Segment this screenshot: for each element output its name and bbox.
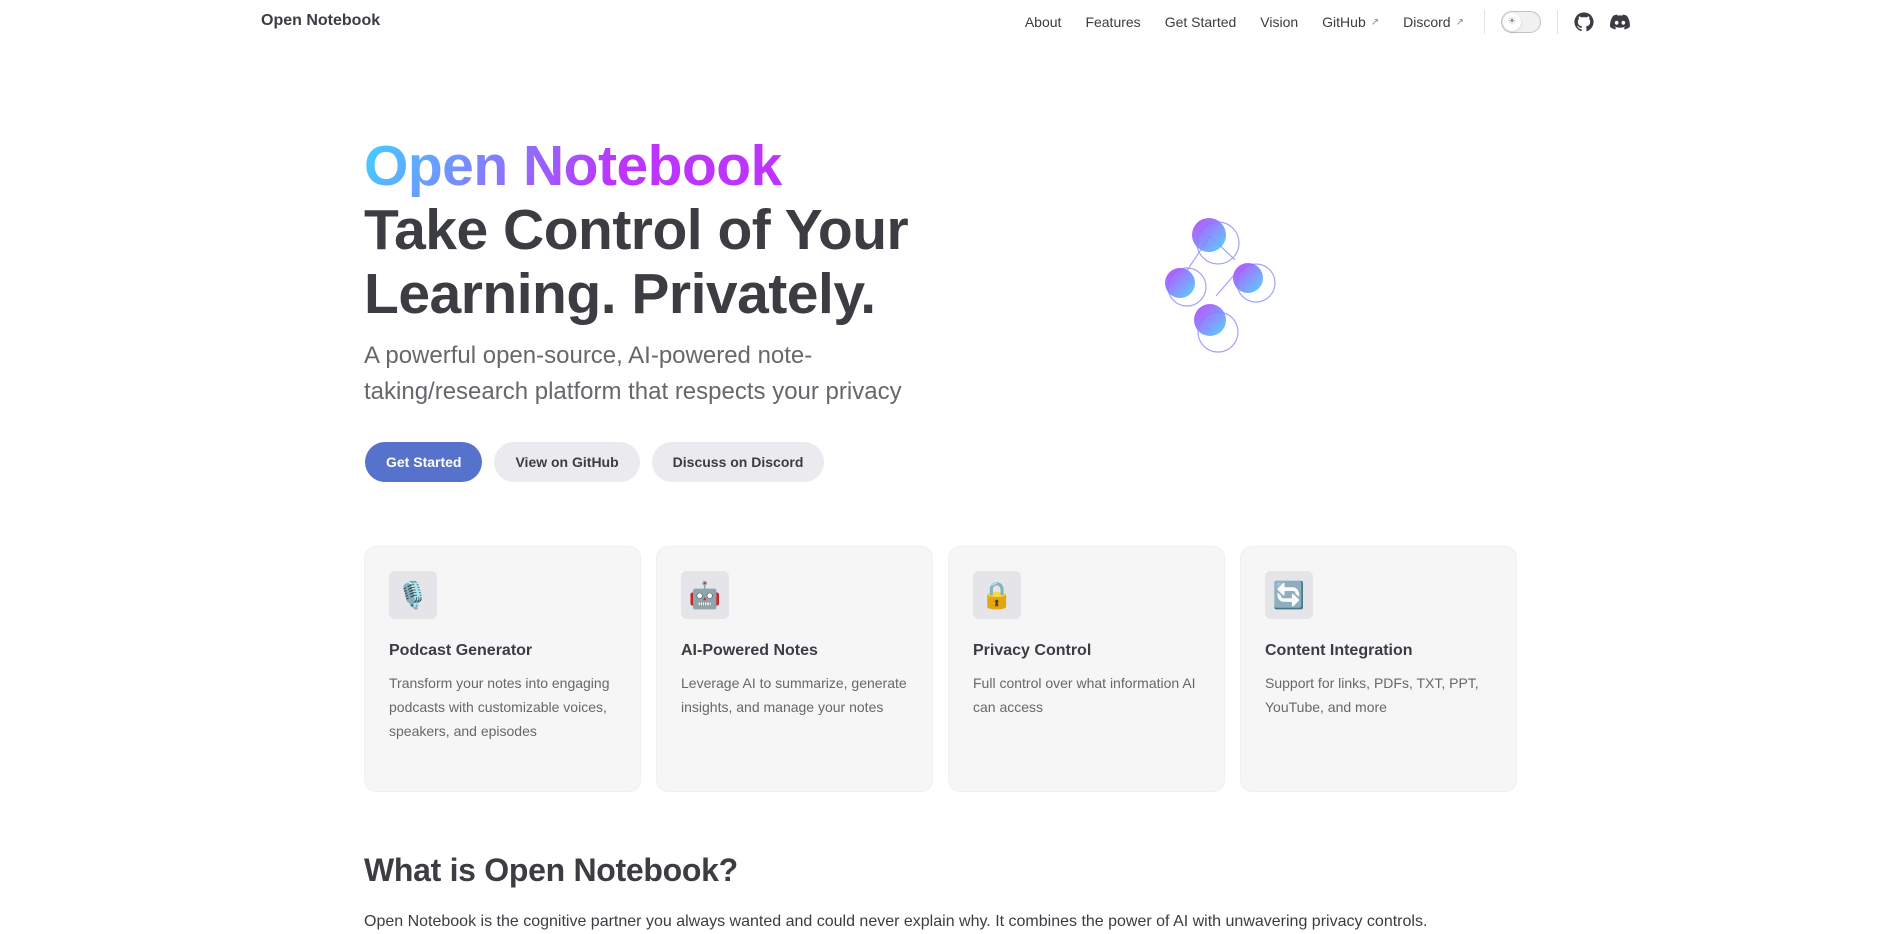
nav-divider	[1484, 10, 1485, 34]
nav-links: About Features Get Started Vision GitHub…	[1001, 0, 1630, 44]
microphone-icon: 🎙️	[389, 571, 437, 619]
nav-link-discord[interactable]: Discord ↗	[1403, 14, 1464, 30]
social-links	[1558, 12, 1630, 32]
theme-toggle[interactable]: ☀	[1501, 11, 1541, 33]
feature-card-podcast-generator: 🎙️ Podcast Generator Transform your note…	[364, 546, 641, 792]
feature-card-privacy-control: 🔒 Privacy Control Full control over what…	[948, 546, 1225, 792]
robot-icon: 🤖	[681, 571, 729, 619]
feature-details: Support for links, PDFs, TXT, PPT, YouTu…	[1265, 675, 1479, 715]
nav-link-features[interactable]: Features	[1085, 14, 1140, 30]
hero-logo-illustration	[1140, 210, 1290, 360]
external-link-icon: ↗	[1370, 16, 1380, 28]
feature-title: Content Integration	[1265, 642, 1413, 659]
refresh-icon: 🔄	[1265, 571, 1313, 619]
hero-actions: Get Started View on GitHub Discuss on Di…	[365, 442, 836, 482]
hero-text: Take Control of Your Learning. Privately…	[364, 198, 909, 326]
feature-details: Transform your notes into engaging podca…	[389, 675, 610, 739]
sun-icon: ☀	[1503, 13, 1521, 31]
lock-icon: 🔒	[973, 571, 1021, 619]
about-body: Open Notebook is the cognitive partner y…	[364, 913, 1428, 930]
feature-card-ai-powered-notes: 🤖 AI-Powered Notes Leverage AI to summar…	[656, 546, 933, 792]
feature-card-content-integration: 🔄 Content Integration Support for links,…	[1240, 546, 1517, 792]
about-heading: What is Open Notebook?	[364, 852, 738, 888]
site-brand[interactable]: Open Notebook	[261, 12, 380, 30]
nav-link-about[interactable]: About	[1025, 14, 1062, 30]
hero-name: Open Notebook	[364, 134, 782, 198]
top-nav: Open Notebook About Features Get Started…	[0, 0, 1890, 44]
github-icon[interactable]	[1574, 12, 1594, 32]
discord-icon[interactable]	[1610, 12, 1630, 32]
view-on-github-button[interactable]: View on GitHub	[494, 442, 640, 482]
nav-link-github[interactable]: GitHub ↗	[1322, 14, 1379, 30]
feature-title: Privacy Control	[973, 642, 1092, 659]
features-grid: 🎙️ Podcast Generator Transform your note…	[364, 546, 1532, 792]
hero-tagline: A powerful open-source, AI-powered note-…	[364, 342, 902, 405]
external-link-icon: ↗	[1455, 16, 1464, 28]
feature-title: AI-Powered Notes	[681, 642, 818, 659]
feature-title: Podcast Generator	[389, 642, 533, 659]
discuss-on-discord-button[interactable]: Discuss on Discord	[651, 442, 825, 482]
feature-details: Leverage AI to summarize, generate insig…	[681, 675, 907, 715]
get-started-button[interactable]: Get Started	[365, 442, 483, 482]
feature-details: Full control over what information AI ca…	[973, 675, 1196, 715]
nav-link-get-started[interactable]: Get Started	[1165, 14, 1237, 30]
nav-link-vision[interactable]: Vision	[1260, 14, 1298, 30]
